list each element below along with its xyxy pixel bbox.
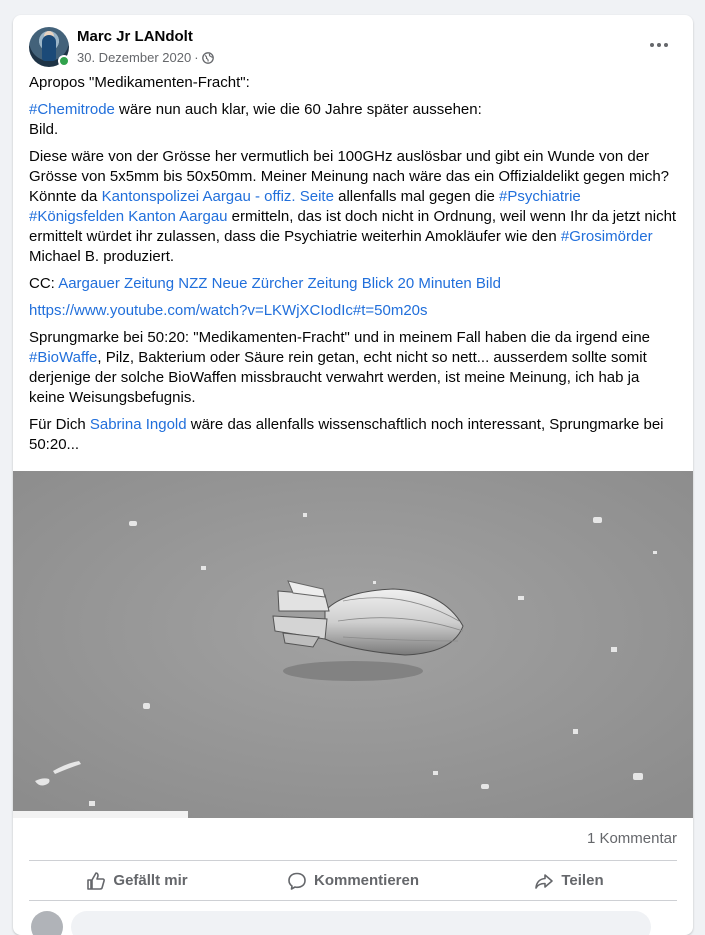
paragraph-url: https://www.youtube.com/watch?v=LKWjXCIo… <box>29 301 679 321</box>
cc-link[interactable]: Aargauer Zeitung <box>58 275 174 292</box>
share-label: Teilen <box>561 872 604 889</box>
meta-separator: · <box>194 50 199 65</box>
post-image[interactable] <box>13 471 693 818</box>
comment-button[interactable]: Kommentieren <box>245 861 461 900</box>
paragraph-7: Für Dich Sabrina Ingold wäre das allenfa… <box>29 416 664 453</box>
thumbs-up-icon <box>87 871 106 890</box>
comment-label: Kommentieren <box>313 872 420 889</box>
person-link[interactable]: Sabrina Ingold <box>90 416 187 433</box>
paragraph-6: Sprungmarke bei 50:20: "Medikamenten-Fra… <box>29 329 651 406</box>
share-icon <box>535 873 554 889</box>
hashtag-link[interactable]: #BioWaffe <box>29 349 97 366</box>
comments-count[interactable]: 1 Kommentar <box>587 830 677 847</box>
paragraph-3: Diese wäre von der Grösse her vermutlich… <box>29 148 677 265</box>
author-avatar[interactable] <box>29 27 70 67</box>
paragraph-1: Apropos "Medikamenten-Fracht": <box>29 74 250 91</box>
comment-input[interactable] <box>71 911 651 935</box>
cc-link[interactable]: NZZ <box>178 275 207 292</box>
microscope-image <box>13 471 693 818</box>
divider <box>29 900 677 901</box>
hashtag-link[interactable]: #Chemitrode <box>29 101 115 118</box>
action-bar: Gefällt mir Kommentieren Teilen <box>29 861 677 900</box>
page-link[interactable]: Kantonspolizei Aargau - offiz. Seite <box>102 188 334 205</box>
globe-icon[interactable] <box>201 51 214 64</box>
share-button[interactable]: Teilen <box>461 861 677 900</box>
comment-composer <box>29 908 679 935</box>
viewer-avatar <box>31 911 63 935</box>
page-link[interactable]: Kanton Aargau <box>128 208 227 225</box>
comment-icon <box>288 872 306 890</box>
youtube-link[interactable]: https://www.youtube.com/watch?v=LKWjXCIo… <box>29 302 428 319</box>
cc-link[interactable]: Bild <box>476 275 501 292</box>
author-name[interactable]: Marc Jr LANdolt <box>77 28 193 45</box>
cc-link[interactable]: 20 Minuten <box>398 275 472 292</box>
paragraph-cc: CC: Aargauer Zeitung NZZ Neue Zürcher Ze… <box>29 275 501 292</box>
like-button[interactable]: Gefällt mir <box>29 861 245 900</box>
like-label: Gefällt mir <box>113 872 188 889</box>
post-header: Marc Jr LANdolt 30. Dezember 2020 · <box>29 27 677 71</box>
cc-link[interactable]: Blick <box>362 275 394 292</box>
post-meta: 30. Dezember 2020 · <box>77 50 214 65</box>
cc-link[interactable]: Neue Zürcher Zeitung <box>212 275 358 292</box>
paragraph-2: #Chemitrode wäre nun auch klar, wie die … <box>29 101 482 138</box>
post-text: Apropos "Medikamenten-Fracht": #Chemitro… <box>29 73 679 462</box>
post-date[interactable]: 30. Dezember 2020 <box>77 50 191 65</box>
hashtag-link[interactable]: #Königsfelden <box>29 208 124 225</box>
online-status-indicator <box>58 55 70 67</box>
post-card: Marc Jr LANdolt 30. Dezember 2020 · Apro… <box>13 15 693 935</box>
more-options-icon[interactable] <box>641 33 677 57</box>
hashtag-link[interactable]: #Psychiatrie <box>499 188 581 205</box>
hashtag-link[interactable]: #Grosimörder <box>561 228 653 245</box>
